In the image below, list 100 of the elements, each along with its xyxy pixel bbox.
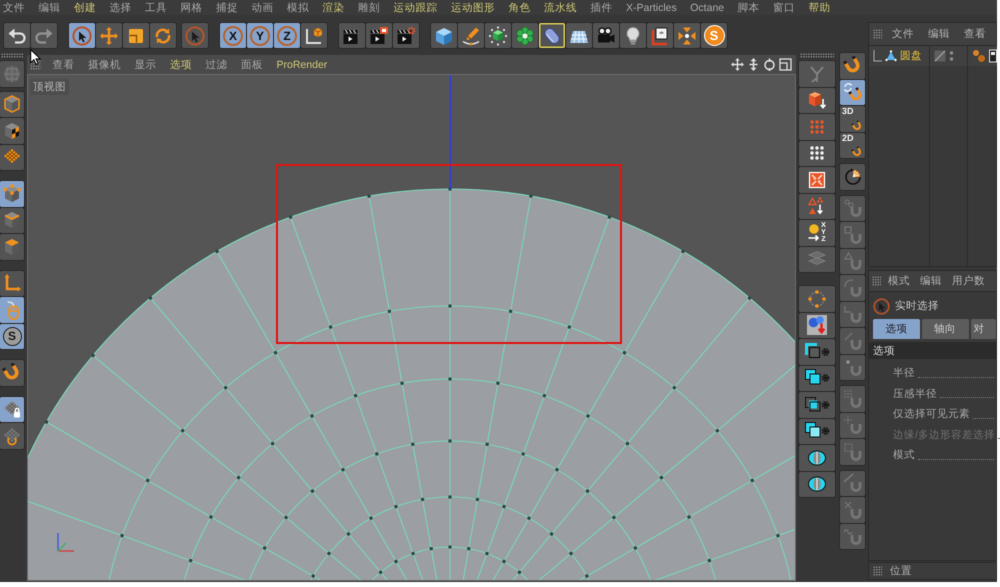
menu-item[interactable]: 渲染 bbox=[322, 0, 344, 14]
menu-item[interactable]: Octane bbox=[690, 2, 724, 14]
menu-item[interactable]: 文件 bbox=[3, 0, 25, 14]
toolbar-button[interactable] bbox=[799, 366, 835, 391]
clapperboard-icon bbox=[369, 26, 389, 46]
menu-item[interactable]: 帮助 bbox=[808, 0, 831, 14]
menu-item[interactable]: 文件 bbox=[892, 27, 914, 41]
menu-item[interactable]: 动画 bbox=[252, 0, 274, 14]
tab[interactable]: 选项 bbox=[873, 319, 920, 339]
triangle-icon bbox=[885, 50, 897, 62]
property-label: 边缘/多边形容差选择 bbox=[893, 428, 995, 442]
pen-icon bbox=[461, 26, 481, 46]
toolbar-button[interactable] bbox=[0, 144, 24, 170]
toolbar-button[interactable] bbox=[799, 339, 835, 364]
rotate-icon[interactable] bbox=[763, 58, 776, 71]
tab[interactable]: 对 bbox=[970, 319, 996, 339]
toolbar-button[interactable] bbox=[0, 208, 24, 233]
menu-item[interactable]: 运动跟踪 bbox=[394, 0, 438, 14]
toolbar-button[interactable] bbox=[799, 472, 835, 497]
toolbar-button[interactable] bbox=[799, 167, 835, 192]
toolbar-button[interactable] bbox=[339, 23, 365, 48]
menu-item[interactable]: 选项 bbox=[170, 58, 192, 72]
menu-item[interactable]: 编辑 bbox=[920, 274, 942, 288]
menu-item[interactable]: X-Particles bbox=[626, 2, 677, 14]
toolbar-button[interactable] bbox=[69, 23, 95, 48]
axis-lock-button[interactable]: Y bbox=[247, 23, 273, 48]
drag-handle[interactable] bbox=[873, 566, 882, 576]
menu-item[interactable]: 过滤 bbox=[206, 58, 228, 72]
drag-handle[interactable] bbox=[1, 53, 24, 58]
solo-button[interactable]: S bbox=[0, 324, 24, 349]
toolbar-button[interactable] bbox=[0, 118, 24, 144]
menu-item[interactable]: 查看 bbox=[52, 58, 74, 72]
toolbar-button[interactable] bbox=[799, 418, 835, 444]
menu-item[interactable]: 捕捉 bbox=[216, 0, 238, 14]
viewport-canvas[interactable]: 顶视图 bbox=[27, 74, 796, 581]
tab[interactable]: 轴向 bbox=[922, 319, 969, 339]
toolbar-button[interactable]: 2D bbox=[840, 132, 865, 158]
menu-item[interactable]: 工具 bbox=[145, 0, 167, 14]
panel-title: 位置 bbox=[890, 564, 912, 578]
magnet-icon bbox=[842, 224, 862, 245]
menu-item[interactable]: 选择 bbox=[110, 0, 132, 14]
menu-item[interactable]: 雕刻 bbox=[358, 0, 380, 14]
menu-item[interactable]: 角色 bbox=[508, 0, 530, 14]
toolbar-button[interactable] bbox=[799, 445, 835, 470]
menu-item[interactable]: 编辑 bbox=[928, 27, 950, 41]
slashed-square-icon[interactable] bbox=[934, 50, 946, 62]
magnet-icon bbox=[842, 500, 862, 520]
tool-name: 实时选择 bbox=[895, 299, 939, 313]
menu-item[interactable]: ProRender bbox=[276, 58, 328, 70]
menu-item[interactable]: 网格 bbox=[180, 0, 202, 14]
toolbar-button[interactable] bbox=[0, 270, 24, 296]
menu-item[interactable]: 查看 bbox=[964, 27, 986, 41]
toolbar-button[interactable] bbox=[840, 53, 865, 78]
two-dots-icon[interactable] bbox=[949, 50, 954, 62]
drag-handle[interactable] bbox=[873, 29, 882, 39]
axis-lock-button[interactable]: X bbox=[220, 23, 246, 48]
toolbar-button[interactable] bbox=[799, 88, 835, 113]
menu-item[interactable]: 编辑 bbox=[38, 0, 60, 14]
menu-item[interactable]: 显示 bbox=[134, 58, 156, 72]
toolbar-button[interactable] bbox=[512, 23, 538, 48]
toolbar-button[interactable] bbox=[0, 396, 24, 422]
menu-item[interactable]: 窗口 bbox=[773, 0, 796, 14]
camera-icon bbox=[596, 26, 616, 46]
drag-handle[interactable] bbox=[872, 276, 881, 286]
undo-icon bbox=[7, 26, 27, 46]
toolbar-button[interactable] bbox=[566, 23, 592, 48]
spheres-icon[interactable] bbox=[972, 49, 986, 63]
menu-item[interactable]: 模式 bbox=[888, 274, 910, 288]
menu-item[interactable]: 摄像机 bbox=[88, 58, 121, 72]
window-icon[interactable] bbox=[779, 58, 792, 71]
toolbar-button[interactable] bbox=[840, 80, 865, 105]
page-axis-icon bbox=[650, 26, 670, 46]
menu-item[interactable]: 面板 bbox=[241, 58, 263, 72]
tag-icon[interactable] bbox=[989, 49, 997, 63]
toolbar-button[interactable] bbox=[799, 194, 835, 219]
toolbar-button[interactable] bbox=[593, 23, 619, 48]
menu-item[interactable]: 用户数 bbox=[952, 274, 985, 288]
cube-edges-icon bbox=[2, 210, 22, 230]
menu-item[interactable]: 模拟 bbox=[287, 0, 309, 14]
toolbar-button[interactable] bbox=[393, 23, 419, 48]
toolbar-button[interactable] bbox=[647, 23, 673, 48]
dotted-cube-icon bbox=[488, 26, 508, 46]
toolbar-button[interactable]: 3D bbox=[840, 106, 865, 132]
toolbar-button[interactable] bbox=[799, 392, 835, 418]
toolbar-button[interactable] bbox=[799, 140, 835, 166]
menu-item[interactable]: 插件 bbox=[590, 0, 612, 14]
menu-item[interactable]: 流水线 bbox=[544, 0, 577, 14]
menu-item[interactable]: 创建 bbox=[74, 0, 96, 14]
cube-down-arrow-icon bbox=[807, 90, 827, 110]
cube-outline-icon bbox=[2, 94, 22, 114]
axis-lock-button[interactable]: Z bbox=[274, 23, 300, 48]
toolbar-button[interactable] bbox=[366, 23, 392, 48]
menu-item[interactable]: 运动图形 bbox=[451, 0, 495, 14]
four-way-arrows-icon[interactable] bbox=[731, 58, 744, 71]
drag-handle[interactable] bbox=[800, 53, 834, 58]
menu-item[interactable]: 脚本 bbox=[738, 0, 760, 14]
vertical-arrows-icon[interactable] bbox=[747, 58, 760, 71]
checker-cube-icon bbox=[2, 120, 22, 141]
toolbar-button[interactable] bbox=[799, 312, 835, 338]
toolbar-button[interactable] bbox=[0, 92, 24, 117]
